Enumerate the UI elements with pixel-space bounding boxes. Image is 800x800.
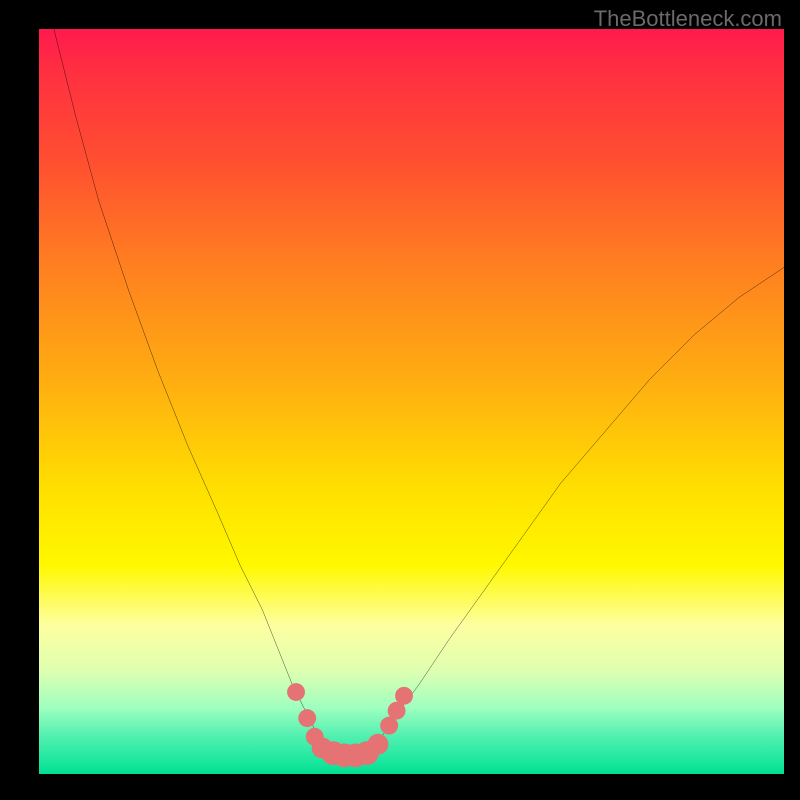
data-point <box>368 734 389 755</box>
watermark-text: TheBottleneck.com <box>594 6 782 32</box>
chart-svg <box>39 29 784 774</box>
data-point <box>395 687 413 705</box>
data-point <box>287 683 305 701</box>
data-point <box>298 709 316 727</box>
chart-series <box>54 29 784 758</box>
chart-markers <box>287 683 413 767</box>
series-right-curve <box>367 267 784 751</box>
series-left-curve <box>54 29 337 752</box>
